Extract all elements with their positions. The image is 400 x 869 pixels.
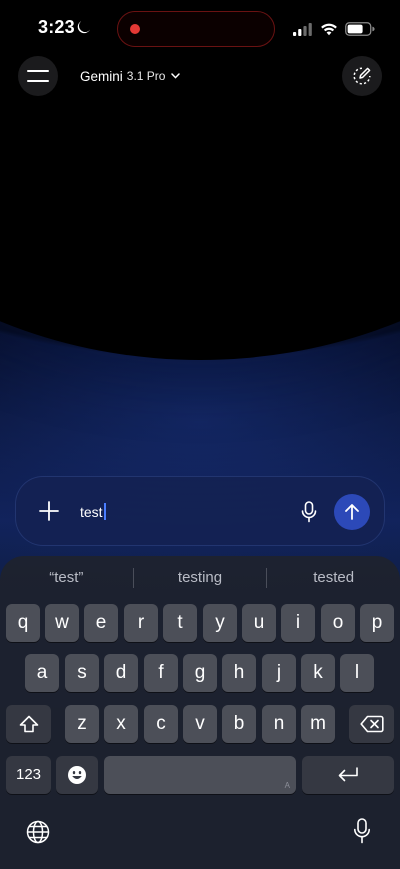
key-f[interactable]: f bbox=[144, 654, 178, 692]
key-k[interactable]: k bbox=[301, 654, 335, 692]
backspace-icon bbox=[359, 715, 384, 733]
key-n[interactable]: n bbox=[262, 705, 296, 743]
status-bar: 3:23 bbox=[0, 0, 400, 58]
recording-indicator bbox=[130, 24, 140, 34]
key-b[interactable]: b bbox=[222, 705, 256, 743]
menu-button[interactable] bbox=[18, 56, 58, 96]
key-u[interactable]: u bbox=[242, 604, 276, 642]
numbers-key[interactable]: 123 bbox=[6, 756, 51, 794]
key-j[interactable]: j bbox=[262, 654, 296, 692]
key-p[interactable]: p bbox=[360, 604, 394, 642]
space-key-mark: A bbox=[284, 781, 290, 790]
key-l[interactable]: l bbox=[340, 654, 374, 692]
key-w[interactable]: w bbox=[45, 604, 79, 642]
key-h[interactable]: h bbox=[222, 654, 256, 692]
background-glow bbox=[0, 240, 400, 600]
new-chat-button[interactable] bbox=[342, 56, 382, 96]
wifi-icon bbox=[321, 23, 337, 36]
signal-icon bbox=[293, 23, 312, 36]
prompt-composer: test bbox=[15, 476, 385, 546]
key-d[interactable]: d bbox=[104, 654, 138, 692]
plus-icon[interactable] bbox=[38, 500, 60, 522]
dynamic-island[interactable] bbox=[117, 11, 275, 47]
model-picker[interactable]: Gemini 3.1 Pro bbox=[80, 66, 181, 86]
status-time: 3:23 bbox=[38, 17, 75, 37]
screen: 3:23 Gemini 3.1 Pro test “test” testing … bbox=[0, 0, 400, 869]
key-c[interactable]: c bbox=[144, 705, 178, 743]
model-version: 3.1 Pro bbox=[126, 69, 166, 83]
text-cursor bbox=[103, 503, 106, 520]
key-t[interactable]: t bbox=[163, 604, 197, 642]
key-z[interactable]: z bbox=[65, 705, 99, 743]
globe-icon[interactable] bbox=[26, 820, 50, 844]
send-button[interactable] bbox=[334, 494, 370, 530]
keyboard: “test” testing tested q w e r t y u i o … bbox=[0, 556, 400, 869]
moon-icon bbox=[77, 21, 90, 34]
emoji-icon bbox=[68, 766, 86, 784]
emoji-key[interactable] bbox=[56, 756, 98, 794]
prompt-input[interactable]: test bbox=[80, 503, 106, 520]
key-x[interactable]: x bbox=[104, 705, 138, 743]
shift-key[interactable] bbox=[6, 705, 51, 743]
suggestion-item[interactable]: testing bbox=[134, 564, 267, 592]
key-e[interactable]: e bbox=[84, 604, 118, 642]
suggestion-item[interactable]: tested bbox=[267, 564, 400, 592]
key-g[interactable]: g bbox=[183, 654, 217, 692]
dictation-mic-icon[interactable] bbox=[353, 818, 371, 844]
prompt-input-value: test bbox=[80, 504, 103, 520]
backspace-key[interactable] bbox=[349, 705, 394, 743]
space-key[interactable]: A bbox=[104, 756, 296, 794]
model-name: Gemini bbox=[80, 68, 123, 84]
return-icon bbox=[338, 767, 358, 782]
key-s[interactable]: s bbox=[65, 654, 99, 692]
key-y[interactable]: y bbox=[203, 604, 237, 642]
battery-icon bbox=[345, 22, 375, 36]
suggestion-item[interactable]: “test” bbox=[0, 564, 133, 592]
key-o[interactable]: o bbox=[321, 604, 355, 642]
shift-icon bbox=[19, 715, 38, 733]
key-m[interactable]: m bbox=[301, 705, 335, 743]
key-i[interactable]: i bbox=[281, 604, 315, 642]
suggestion-bar: “test” testing tested bbox=[0, 564, 400, 592]
key-a[interactable]: a bbox=[25, 654, 59, 692]
key-v[interactable]: v bbox=[183, 705, 217, 743]
hamburger-icon bbox=[27, 70, 49, 82]
chevron-down-icon bbox=[171, 73, 181, 79]
key-r[interactable]: r bbox=[124, 604, 158, 642]
mic-icon[interactable] bbox=[300, 501, 318, 523]
return-key[interactable] bbox=[302, 756, 394, 794]
edit-icon bbox=[353, 67, 371, 85]
arrow-up-icon bbox=[345, 504, 359, 520]
key-q[interactable]: q bbox=[6, 604, 40, 642]
